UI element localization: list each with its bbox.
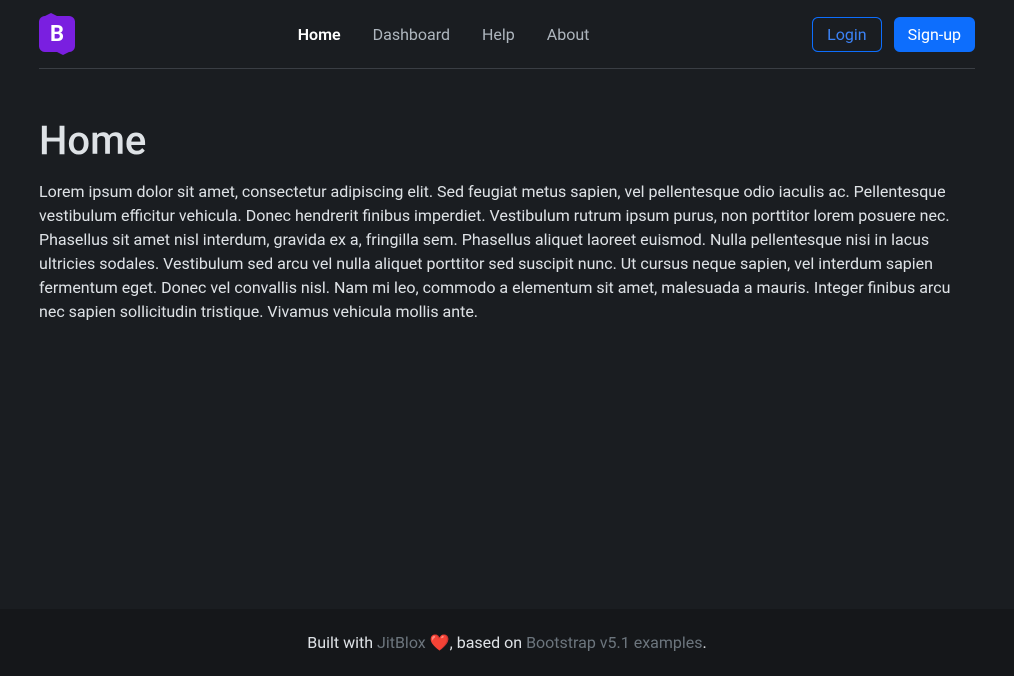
nav-dashboard[interactable]: Dashboard [373, 25, 450, 44]
page-title: Home [39, 117, 975, 164]
footer-link-bootstrap[interactable]: Bootstrap v5.1 examples [526, 633, 702, 652]
auth-buttons: Login Sign-up [812, 17, 975, 52]
footer-prefix: Built with [307, 633, 377, 652]
nav-home[interactable]: Home [298, 25, 341, 44]
heart-icon: ❤️ [430, 633, 450, 652]
logo-letter: B [50, 22, 64, 47]
nav-about[interactable]: About [547, 25, 590, 44]
login-button[interactable]: Login [812, 17, 881, 52]
footer: Built with JitBlox ❤️, based on Bootstra… [0, 609, 1014, 676]
footer-middle: , based on [450, 633, 526, 652]
nav-help[interactable]: Help [482, 25, 515, 44]
signup-button[interactable]: Sign-up [894, 17, 975, 52]
main-nav: Home Dashboard Help About [298, 25, 590, 44]
bootstrap-logo[interactable]: B [39, 16, 75, 52]
footer-link-jitblox[interactable]: JitBlox [377, 633, 426, 652]
footer-suffix: . [702, 633, 706, 652]
page-body: Lorem ipsum dolor sit amet, consectetur … [39, 180, 975, 324]
